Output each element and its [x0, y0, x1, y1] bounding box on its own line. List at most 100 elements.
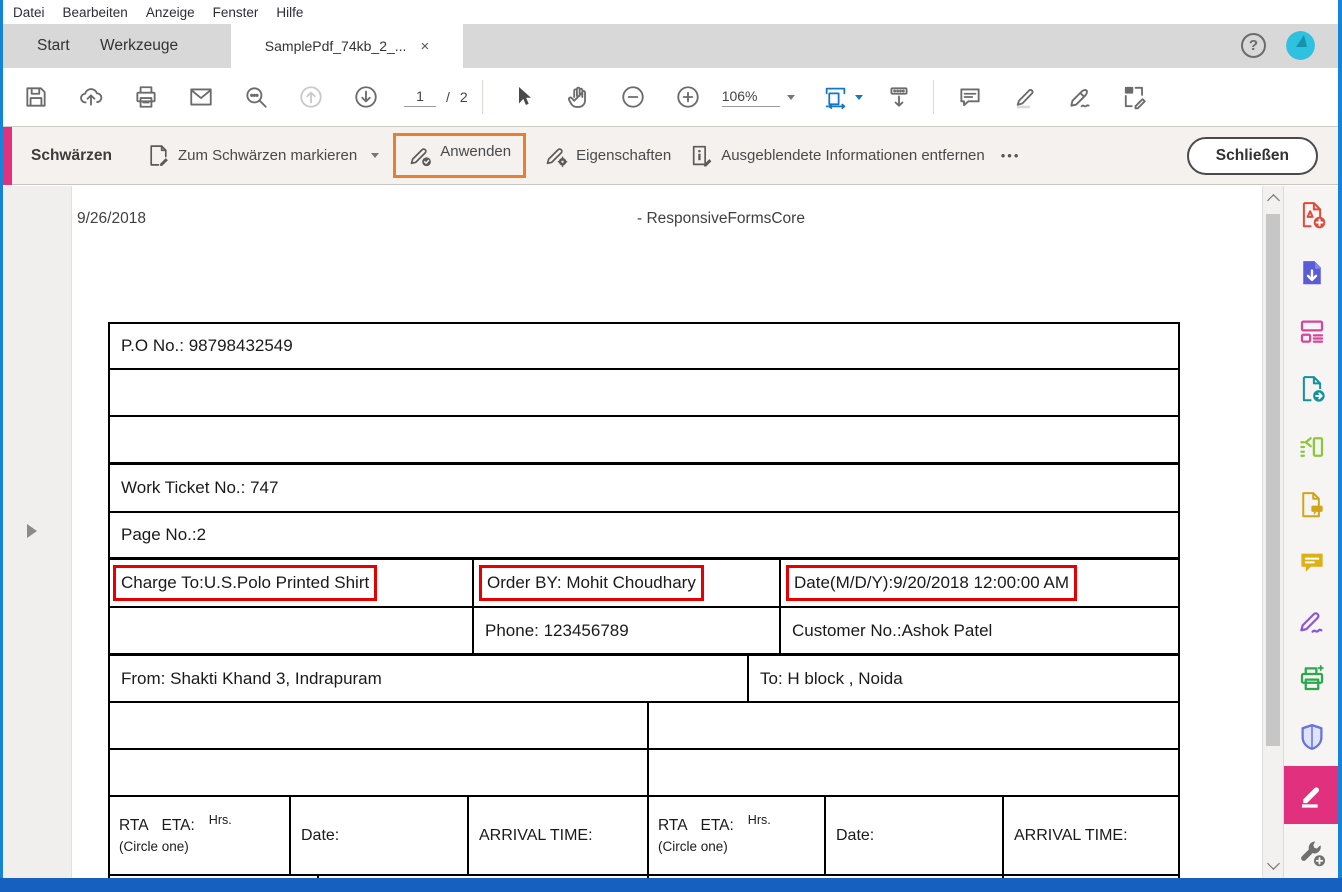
zoom-out-button[interactable]: [613, 77, 653, 117]
hidden-info-icon: [693, 145, 712, 167]
tab-werkzeuge[interactable]: Werkzeuge: [100, 24, 178, 68]
mark-redaction-icon: [150, 145, 168, 166]
fill-sign-icon: [1124, 86, 1146, 110]
scan-ocr-icon: [1300, 665, 1324, 691]
remove-hidden-info-button[interactable]: Ausgeblendete Informationen entfernen: [689, 143, 985, 168]
scroll-down-icon[interactable]: [1267, 857, 1280, 870]
zoom-in-button[interactable]: [668, 77, 708, 117]
user-avatar[interactable]: [1286, 31, 1315, 60]
zoom-value[interactable]: 106%: [721, 88, 780, 107]
tool-convert-pdf[interactable]: [1284, 360, 1339, 418]
tool-edit-pdf[interactable]: [1284, 302, 1339, 360]
previous-page-button: [291, 77, 331, 117]
po-number-cell: P.O No.: 98798432549: [121, 336, 293, 355]
tool-organize-pages[interactable]: [1284, 418, 1339, 476]
chevron-down-icon: [786, 94, 795, 100]
hand-tool-icon: [567, 86, 586, 108]
empty-row: [110, 370, 1178, 417]
hand-tool-button[interactable]: [558, 77, 598, 117]
menu-anzeige[interactable]: Anzeige: [146, 5, 195, 20]
comment-icon: [960, 88, 980, 107]
tool-scan-ocr[interactable]: [1284, 650, 1339, 708]
date-label-cell: Date:: [289, 797, 467, 874]
create-pdf-icon: [1302, 202, 1325, 229]
scroll-up-icon[interactable]: [1267, 194, 1280, 207]
more-options-button[interactable]: •••: [1001, 148, 1021, 163]
apply-highlight-box: Anwenden: [393, 133, 527, 178]
from-cell: From: Shakti Khand 3, Indrapuram: [121, 668, 382, 688]
tool-protect[interactable]: [1284, 708, 1339, 766]
comment-button[interactable]: [950, 77, 990, 117]
close-tab-icon[interactable]: ×: [420, 38, 429, 55]
rta-eta-label: RTA ETA:: [119, 817, 195, 834]
window-edge-bottom: [0, 878, 1342, 892]
tool-redact[interactable]: [1284, 766, 1339, 824]
tool-comment[interactable]: [1284, 534, 1339, 592]
empty-cell: [647, 750, 1178, 795]
date-label-cell: Date:: [824, 797, 1002, 874]
main-toolbar: 1 / 2 106%: [3, 68, 1338, 127]
zoom-level-select[interactable]: 106%: [721, 88, 795, 107]
redaction-mark-date[interactable]: Date(M/D/Y):9/20/2018 12:00:00 AM: [786, 565, 1077, 601]
share-cloud-button[interactable]: [71, 77, 111, 117]
tool-fill-sign[interactable]: [1284, 592, 1339, 650]
menu-bar: Datei Bearbeiten Anzeige Fenster Hilfe: [3, 0, 1338, 24]
menu-datei[interactable]: Datei: [13, 5, 45, 20]
apply-redactions-label: Anwenden: [440, 143, 512, 160]
apply-redactions-button[interactable]: Anwenden: [408, 143, 511, 168]
export-pdf-icon: [1302, 261, 1321, 285]
properties-icon: [546, 148, 568, 168]
fit-width-button[interactable]: [823, 77, 863, 117]
menu-fenster[interactable]: Fenster: [213, 5, 259, 20]
page-no-cell: Page No.:2: [121, 525, 207, 544]
empty-cell: [110, 703, 647, 748]
apply-redaction-icon: [410, 148, 432, 167]
tab-start[interactable]: Start: [37, 24, 70, 68]
pdf-page: 9/26/2018 - ResponsiveFormsCore P.O No.:…: [72, 186, 1262, 878]
redaction-properties-button[interactable]: Eigenschaften: [544, 143, 671, 168]
save-button[interactable]: [16, 77, 56, 117]
tab-bar: Start Werkzeuge SamplePdf_74kb_2_... × ?: [3, 24, 1338, 68]
print-button[interactable]: [126, 77, 166, 117]
zoom-out-icon: [622, 86, 644, 108]
request-comments-icon: [1301, 492, 1323, 518]
email-button[interactable]: [181, 77, 221, 117]
tool-create-pdf[interactable]: [1284, 186, 1339, 244]
hrs-label: Hrs.: [747, 813, 771, 827]
mark-redaction-label: Zum Schwärzen markieren: [177, 147, 358, 164]
share-cloud-icon: [80, 88, 103, 106]
tool-request-comments[interactable]: [1284, 476, 1339, 534]
page-current-input[interactable]: 1: [404, 88, 436, 107]
charge-to-cell: Charge To:U.S.Polo Printed Shirt: [110, 560, 472, 606]
redaction-mark-order-by[interactable]: Order BY: Mohit Choudhary: [479, 565, 704, 601]
page-number-field[interactable]: 1 / 2: [404, 88, 468, 107]
redaction-mark-charge-to[interactable]: Charge To:U.S.Polo Printed Shirt: [113, 565, 378, 601]
help-icon[interactable]: ?: [1241, 33, 1266, 58]
page-divider: /: [446, 89, 450, 105]
tool-export-pdf[interactable]: [1284, 244, 1339, 302]
fill-sign-button[interactable]: [1115, 77, 1155, 117]
edit-pdf-icon: [1300, 320, 1323, 343]
more-tools-icon: [1300, 841, 1325, 867]
expand-pane-icon[interactable]: [27, 524, 37, 538]
page-scroll-icon: [890, 87, 908, 107]
menu-bearbeiten[interactable]: Bearbeiten: [63, 5, 128, 20]
page-total: 2: [459, 89, 468, 105]
menu-hilfe[interactable]: Hilfe: [276, 5, 303, 20]
scrollbar-thumb[interactable]: [1266, 214, 1280, 746]
order-by-cell: Order BY: Mohit Choudhary: [472, 560, 779, 606]
tab-document[interactable]: SamplePdf_74kb_2_... ×: [231, 24, 463, 68]
search-button[interactable]: [236, 77, 276, 117]
mark-for-redaction-button[interactable]: Zum Schwärzen markieren: [146, 143, 380, 168]
customer-no-cell: Customer No.:Ashok Patel: [779, 608, 1178, 653]
to-cell: To: H block , Noida: [747, 656, 1178, 701]
sign-button[interactable]: [1060, 77, 1100, 117]
vertical-scrollbar[interactable]: [1262, 186, 1283, 878]
close-redact-button[interactable]: Schließen: [1186, 137, 1318, 175]
tool-more-tools[interactable]: [1284, 824, 1339, 882]
highlight-button[interactable]: [1005, 77, 1045, 117]
page-header-date: 9/26/2018: [77, 210, 146, 227]
next-page-button[interactable]: [346, 77, 386, 117]
select-tool-button[interactable]: [503, 77, 543, 117]
page-scrolling-button[interactable]: [879, 77, 919, 117]
